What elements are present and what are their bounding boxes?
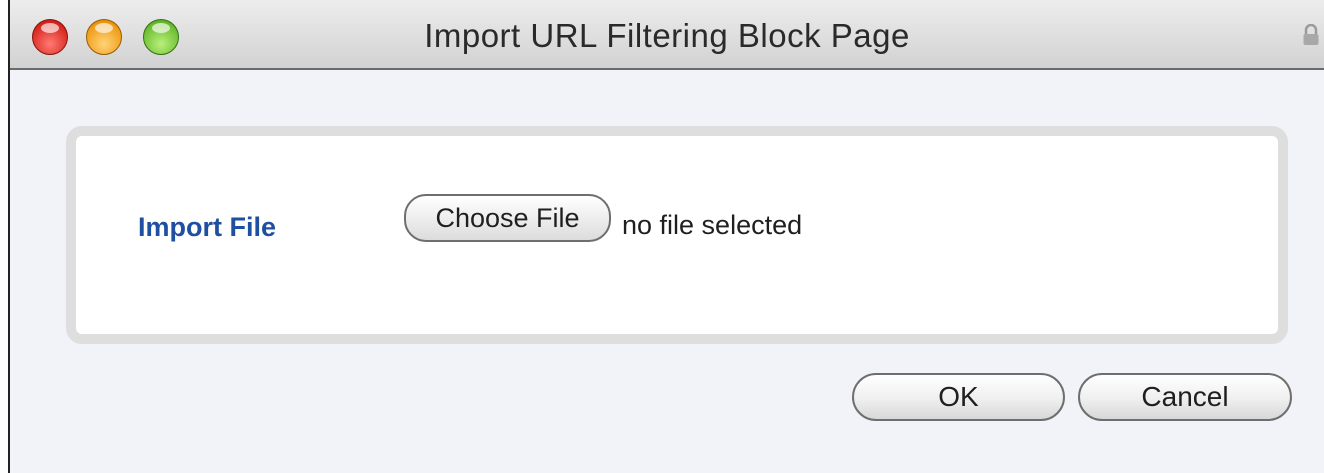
dialog-window: Import URL Filtering Block Page Import F… — [8, 0, 1324, 473]
lock-icon — [1303, 24, 1319, 45]
import-file-label: Import File — [138, 212, 277, 242]
import-form-panel: Import File Choose File no file selected — [66, 126, 1288, 344]
ok-button[interactable]: OK — [852, 373, 1065, 421]
window-title: Import URL Filtering Block Page — [424, 17, 910, 54]
cancel-button[interactable]: Cancel — [1078, 373, 1292, 421]
file-status-text: no file selected — [622, 210, 803, 240]
choose-file-button[interactable]: Choose File — [404, 194, 611, 242]
title-bar[interactable]: Import URL Filtering Block Page — [10, 0, 1324, 70]
